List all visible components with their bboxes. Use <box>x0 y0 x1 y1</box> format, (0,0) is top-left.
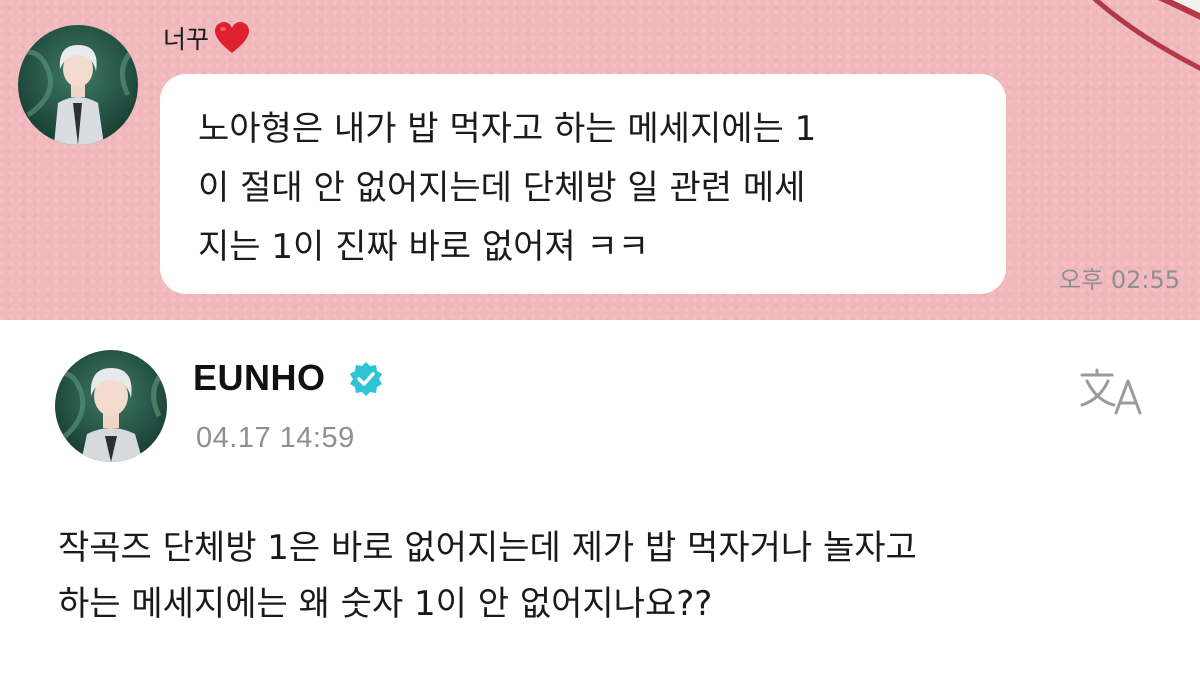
translate-icon[interactable] <box>1078 367 1146 417</box>
sender-name: 너꾸 <box>163 20 251 56</box>
chat-message-text: 노아형은 내가 밥 먹자고 하는 메세지에는 1 이 절대 안 없어지는데 단체… <box>198 109 817 267</box>
author-name: EUNHO <box>193 357 326 398</box>
heart-icon <box>215 22 250 53</box>
chat-message-bubble[interactable]: 노아형은 내가 밥 먹자고 하는 메세지에는 1 이 절대 안 없어지는데 단체… <box>160 74 1006 294</box>
post-body-text: 작곡즈 단체방 1은 바로 없어지는데 제가 밥 먹자거나 놀자고 하는 메세지… <box>58 528 917 624</box>
verified-badge-icon <box>350 362 382 396</box>
author-avatar[interactable] <box>55 350 167 462</box>
chat-screenshot-panel: 너꾸 노아형은 내가 밥 먹자고 하는 메세지에는 1 이 절대 안 없어지는데… <box>0 0 1200 320</box>
decorative-paper-edge <box>1092 0 1200 71</box>
chat-timestamp: 오후 02:55 <box>1059 266 1180 294</box>
chat-avatar[interactable] <box>18 25 138 145</box>
sender-name-text: 너꾸 <box>163 25 210 54</box>
post-date: 04.17 14:59 <box>196 422 355 454</box>
